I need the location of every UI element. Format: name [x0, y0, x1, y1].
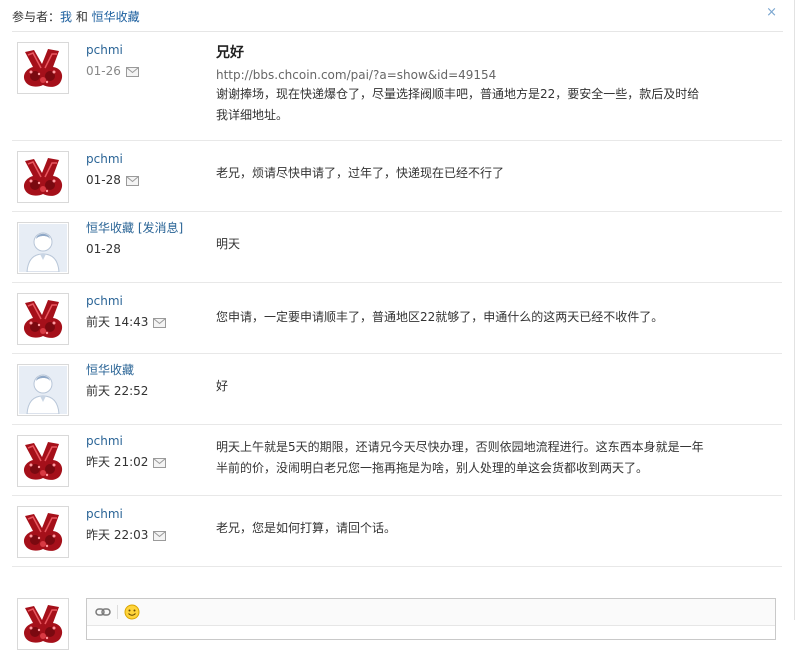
sender-name[interactable]: pchmi [86, 151, 139, 167]
default-avatar-icon [19, 224, 67, 272]
my-avatar [17, 598, 69, 650]
message-text-line: 老兄，烦请尽快申请了，过年了，快递现在已经不行了 [216, 166, 505, 180]
conversation-header: 参与者：我 和 恒华收藏 × [0, 0, 797, 32]
envelope-icon[interactable] [153, 458, 166, 468]
message-item: pchmi 昨天 22:03 老兄，您是如何打算，请回个话。 [12, 496, 782, 567]
message-item: pchmi 昨天 21:02 明天上午就是5天的期限，还请兄今天尽快办理，否则依… [12, 425, 782, 496]
attach-icon[interactable] [95, 605, 111, 619]
hand-avatar-icon [19, 600, 67, 648]
envelope-icon[interactable] [126, 67, 139, 77]
message-link[interactable]: http://bbs.chcoin.com/pai/?a=show&id=491… [216, 66, 716, 84]
message-item: pchmi 01-28 老兄，烦请尽快申请了，过年了，快递现在已经不行了 [12, 141, 782, 212]
sender-name[interactable]: pchmi [86, 433, 166, 449]
sender-name[interactable]: pchmi [86, 293, 166, 309]
sender-name[interactable]: 恒华收藏 [86, 362, 148, 378]
message-date: 01-28 [86, 173, 121, 187]
message-item: pchmi 01-26 兄好 http://bbs.chcoin.com/pai… [12, 32, 782, 141]
message-text-line: 明天 [216, 237, 241, 251]
message-text-line: 明天上午就是5天的期限，还请兄今天尽快办理，否则依园地流程进行。这东西本身就是一… [216, 440, 704, 454]
message-date: 前天 22:52 [86, 384, 149, 398]
avatar[interactable] [17, 435, 69, 487]
message-text-line: 谢谢捧场，现在快递爆仓了，尽量选择阀顺丰吧，普通地方是22，要安全一些，款后及时… [216, 87, 700, 101]
envelope-icon[interactable] [153, 318, 166, 328]
avatar[interactable] [17, 506, 69, 558]
message-item: 恒华收藏 [发消息] 01-28 明天 [12, 212, 782, 283]
message-text-line: 老兄，您是如何打算，请回个话。 [216, 521, 397, 535]
close-icon[interactable]: × [766, 5, 777, 20]
panel-right-border [794, 0, 795, 620]
hand-avatar-icon [19, 437, 67, 485]
default-avatar-icon [19, 366, 67, 414]
smiley-icon[interactable] [124, 604, 140, 620]
avatar[interactable] [17, 364, 69, 416]
message-text-line: 您申请，一定要申请顺丰了，普通地区22就够了，申通什么的这两天已经不收件了。 [216, 310, 664, 324]
sender-name[interactable]: pchmi [86, 506, 166, 522]
participant-me-link[interactable]: 我 [60, 10, 72, 24]
hand-avatar-icon [19, 295, 67, 343]
participants-and: 和 [72, 10, 92, 24]
sender-name[interactable]: pchmi [86, 42, 139, 58]
hand-avatar-icon [19, 153, 67, 201]
composer-toolbar [87, 599, 775, 626]
participant-other-link[interactable]: 恒华收藏 [92, 10, 140, 24]
message-date: 01-26 [86, 64, 121, 78]
hand-avatar-icon [19, 44, 67, 92]
message-date: 前天 14:43 [86, 315, 149, 329]
avatar[interactable] [17, 151, 69, 203]
message-item: 恒华收藏 前天 22:52 好 [12, 354, 782, 425]
message-text-line: 半前的价，没闹明白老兄您一拖再拖是为啥，别人处理的单这会货都收到两天了。 [216, 461, 649, 475]
message-date: 01-28 [86, 242, 121, 256]
message-date: 昨天 21:02 [86, 455, 149, 469]
avatar[interactable] [17, 293, 69, 345]
envelope-icon[interactable] [126, 176, 139, 186]
avatar[interactable] [17, 42, 69, 94]
reply-composer[interactable] [86, 598, 776, 640]
message-date: 昨天 22:03 [86, 528, 149, 542]
sender-name[interactable]: 恒华收藏 [86, 221, 134, 235]
hand-avatar-icon [19, 508, 67, 556]
send-message-link[interactable]: [发消息] [134, 221, 183, 235]
message-item: pchmi 前天 14:43 您申请，一定要申请顺丰了，普通地区22就够了，申通… [12, 283, 782, 354]
envelope-icon[interactable] [153, 531, 166, 541]
message-subject: 兄好 [216, 45, 244, 61]
avatar[interactable] [17, 222, 69, 274]
participants-label: 参与者： [12, 10, 61, 24]
message-text-line: 好 [216, 379, 229, 393]
message-text-line: 我详细地址。 [216, 108, 289, 122]
participants-line: 参与者：我 和 恒华收藏 [12, 8, 140, 25]
toolbar-separator [117, 605, 118, 619]
